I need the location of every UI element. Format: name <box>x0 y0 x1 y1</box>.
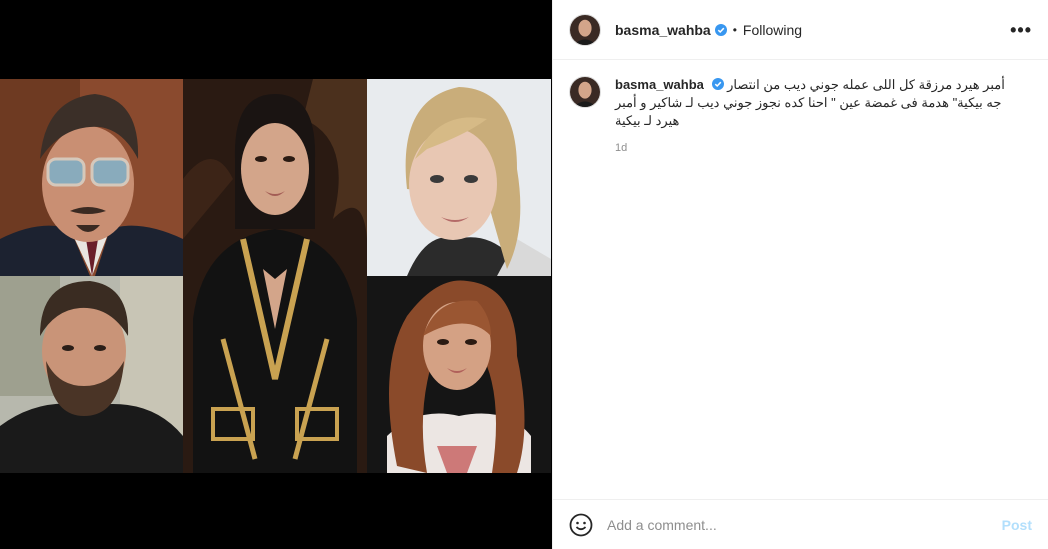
collage-photo-man-beard <box>0 276 183 473</box>
verified-badge-icon <box>714 23 727 36</box>
caption-row: basma_wahba أمبر هيرد مرزقة كل اللى عمله… <box>569 76 1032 154</box>
emoji-icon[interactable] <box>569 513 593 537</box>
separator-dot: • <box>732 22 737 37</box>
media-pane <box>0 0 552 549</box>
collage-photo-man-glasses <box>0 79 183 276</box>
caption-verified-badge-icon <box>711 78 724 90</box>
post-header: basma_wahba • Following ••• <box>553 0 1048 60</box>
post-timestamp[interactable]: 1d <box>615 142 1015 154</box>
caption-body: basma_wahba أمبر هيرد مرزقة كل اللى عمله… <box>615 76 1015 154</box>
collage-photo-woman-blonde <box>367 79 551 276</box>
more-options-icon[interactable]: ••• <box>1010 20 1032 41</box>
comments-area: basma_wahba أمبر هيرد مرزقة كل اللى عمله… <box>553 60 1048 499</box>
post-button[interactable]: Post <box>1002 517 1032 533</box>
comment-input[interactable] <box>607 516 1002 533</box>
collage-photo-woman-curly <box>367 276 551 473</box>
collage-photo-woman-center <box>183 79 367 473</box>
username-link[interactable]: basma_wahba <box>615 22 711 38</box>
avatar[interactable] <box>569 13 601 46</box>
caption-avatar[interactable] <box>569 76 601 108</box>
photo-collage[interactable] <box>0 79 551 473</box>
following-button[interactable]: Following <box>743 22 802 38</box>
caption-text: basma_wahba أمبر هيرد مرزقة كل اللى عمله… <box>615 76 1015 130</box>
comment-composer: Post <box>553 499 1048 549</box>
caption-username[interactable]: basma_wahba <box>615 77 704 92</box>
post-sidebar: basma_wahba • Following ••• basma_wahba <box>552 0 1048 549</box>
